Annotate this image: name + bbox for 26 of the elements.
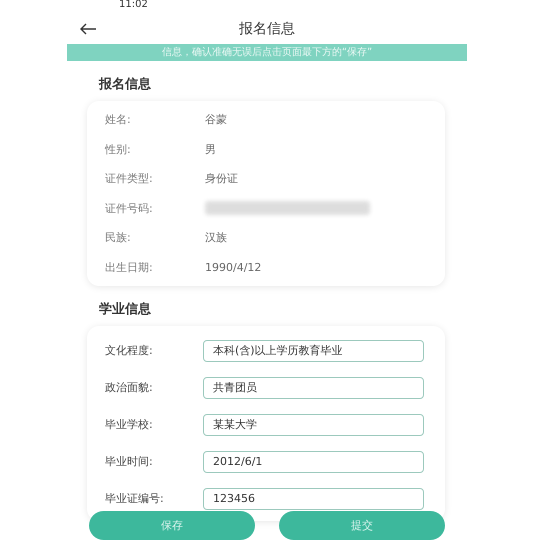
section-title: 学业信息 [99,301,152,318]
field-label: 毕业证编号: [105,491,165,506]
back-icon[interactable] [79,23,97,35]
field-value: 汉族 [205,230,227,246]
page-title: 报名信息 [239,20,295,38]
field-label: 毕业时间: [105,454,154,469]
field-label: 文化程度: [105,343,154,358]
field-label: 证件类型: [105,171,154,186]
field-label: 出生日期: [105,260,154,275]
field-value: 谷蒙 [205,112,227,128]
input-field[interactable]: 共青团员 [203,376,424,398]
field-label: 毕业学校: [105,417,154,432]
field-label: 证件号码: [105,200,154,216]
field-value: 身份证 [205,171,238,186]
input-field[interactable]: 某某大学 [203,414,424,436]
input-field[interactable]: 本科(含)以上学历教育毕业 [203,340,424,362]
input-field[interactable]: 2012/6/1 [203,450,424,472]
section-title: 报名信息 [99,76,152,93]
field-label: 民族: [105,230,132,246]
field-label: 政治面貌: [105,380,154,395]
input-field[interactable]: 123456 [203,488,424,510]
field-label: 性别: [105,142,132,157]
notice-banner: 信息，确认准确无误后点击页面最下方的“保存” [67,44,467,61]
field-label: 姓名: [105,112,132,128]
field-value: 1990/4/12 [205,260,262,274]
field-value: 男 [205,142,216,157]
